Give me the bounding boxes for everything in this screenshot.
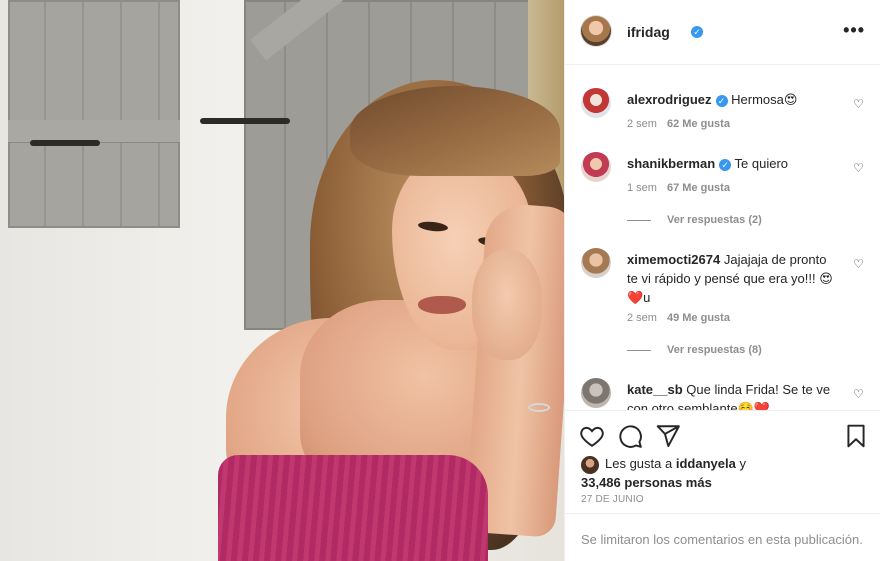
comment-time: 2 sem (627, 312, 657, 324)
share-plane-icon[interactable] (655, 423, 681, 449)
like-heart-icon[interactable] (579, 423, 605, 449)
comment-text: alexrodriguez ✓ Hermosa😍 (627, 90, 837, 109)
post-panel: ifridag ✓ ••• alexrodriguez ✓ Hermosa😍 2 … (564, 0, 880, 561)
shutter-bar (8, 120, 180, 142)
comment-like-heart-icon[interactable]: ♡ (853, 162, 865, 174)
likes-count[interactable]: 33,486 personas más (581, 475, 712, 490)
comment-like-heart-icon[interactable]: ♡ (853, 98, 865, 110)
lips (418, 296, 466, 314)
comment-item: ximemocti2674 Jajajaja de pronto te vi r… (581, 248, 871, 368)
comment-like-heart-icon[interactable]: ♡ (853, 258, 865, 270)
action-bar (565, 410, 880, 450)
verified-badge-icon: ✓ (719, 158, 732, 171)
comment-time: 2 sem (627, 118, 657, 130)
hand (472, 250, 542, 360)
comment-avatar[interactable] (581, 248, 611, 278)
comment-text: ximemocti2674 Jajajaja de pronto te vi r… (627, 250, 833, 307)
comment-time: 1 sem (627, 182, 657, 194)
comment-body: Te quiero (734, 156, 789, 171)
liker-username[interactable]: iddanyela (676, 456, 736, 471)
comment-item: kate__sb Que linda Frida! Se te ve con o… (581, 378, 871, 410)
comment-username[interactable]: shanikberman (627, 156, 715, 171)
dress (218, 455, 488, 561)
comment-username[interactable]: alexrodriguez (627, 92, 712, 107)
verified-badge-icon: ✓ (691, 26, 703, 38)
comment-like-heart-icon[interactable]: ♡ (853, 388, 865, 400)
comment-text: shanikberman ✓ Te quiero (627, 154, 837, 173)
ring (528, 403, 550, 412)
comment-username[interactable]: kate__sb (627, 382, 683, 397)
comment-meta: 2 sem 62 Me gusta (627, 118, 730, 130)
comment-avatar[interactable] (581, 378, 611, 408)
view-replies-link[interactable]: Ver respuestas (8) (627, 344, 762, 356)
hinge (30, 140, 100, 146)
comment-text: kate__sb Que linda Frida! Se te ve con o… (627, 380, 833, 410)
comment-likes[interactable]: 62 Me gusta (667, 118, 730, 130)
comment-avatar[interactable] (581, 88, 611, 118)
author-avatar[interactable] (581, 16, 611, 46)
hair-front (350, 86, 560, 176)
comment-item: alexrodriguez ✓ Hermosa😍 2 sem 62 Me gusta… (581, 88, 871, 158)
comment-likes[interactable]: 49 Me gusta (667, 312, 730, 324)
verified-badge-icon: ✓ (715, 94, 728, 107)
hinge (200, 118, 290, 124)
likes-suffix: y (739, 456, 746, 471)
more-options-button[interactable]: ••• (843, 20, 865, 41)
likes-prefix: Les gusta a (605, 456, 673, 471)
comment-meta: 1 sem 67 Me gusta (627, 182, 730, 194)
comment-username[interactable]: ximemocti2674 (627, 252, 720, 267)
comment-bubble-icon[interactable] (617, 423, 643, 449)
post-header: ifridag ✓ ••• (565, 0, 880, 65)
liker-avatar[interactable] (581, 455, 599, 474)
save-bookmark-icon[interactable] (843, 423, 869, 449)
view-replies-link[interactable]: Ver respuestas (2) (627, 214, 762, 226)
comment-body: Hermosa😍 (731, 92, 798, 107)
likes-summary: Les gusta a iddanyela y 33,486 personas … (581, 455, 871, 491)
post-date[interactable]: 27 DE JUNIO (581, 494, 644, 505)
comments-limited-notice: Se limitaron los comentarios en esta pub… (565, 513, 880, 561)
comment-avatar[interactable] (581, 152, 611, 182)
comment-likes[interactable]: 67 Me gusta (667, 182, 730, 194)
comment-meta: 2 sem 49 Me gusta (627, 312, 730, 324)
left-shutter (8, 0, 180, 228)
comments-list[interactable]: alexrodriguez ✓ Hermosa😍 2 sem 62 Me gusta… (565, 66, 880, 410)
author-username[interactable]: ifridag (627, 24, 670, 40)
comment-item: shanikberman ✓ Te quiero 1 sem 67 Me gusta… (581, 152, 871, 232)
post-photo[interactable] (0, 0, 564, 561)
